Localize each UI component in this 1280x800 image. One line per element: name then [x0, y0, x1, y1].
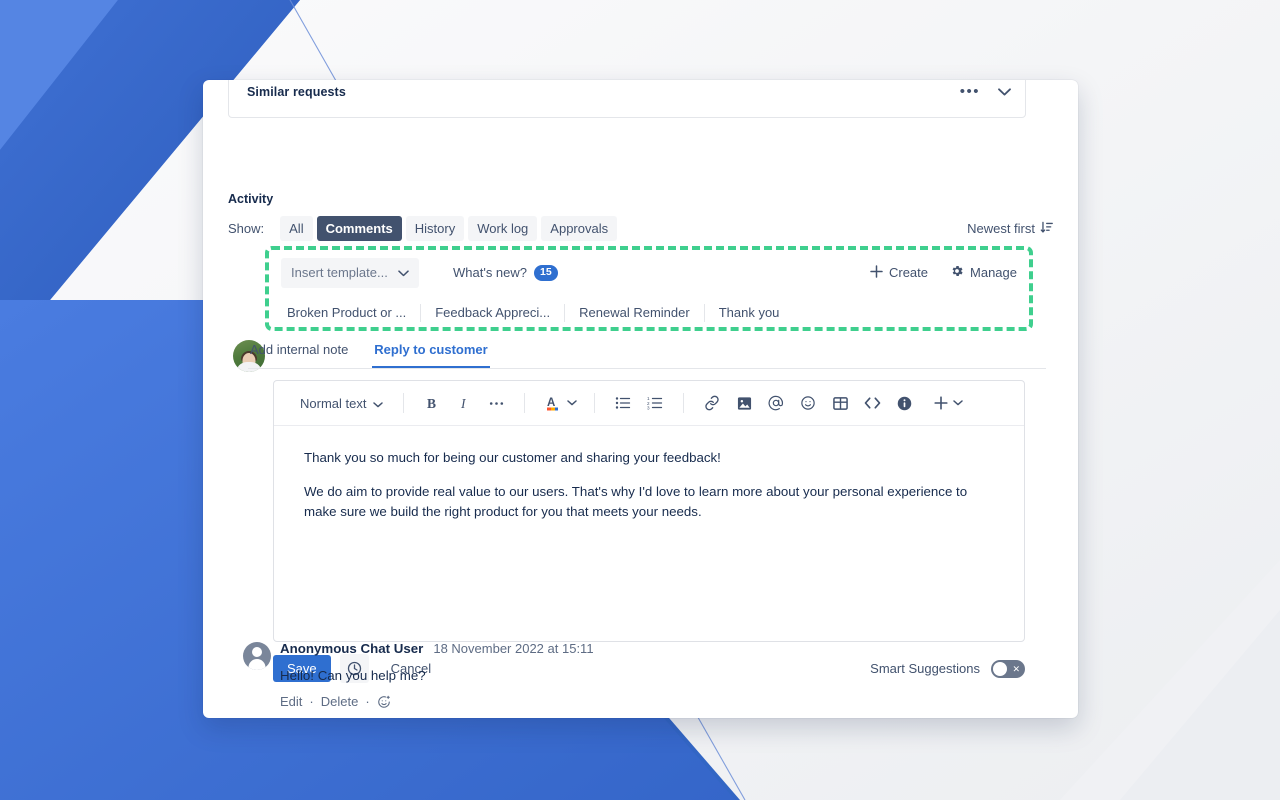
- issue-detail-panel: Similar requests ••• Activity Show: All …: [203, 80, 1078, 718]
- comment-separator-1: ·: [309, 694, 314, 709]
- chevron-down-icon: [373, 396, 384, 411]
- filter-all[interactable]: All: [280, 216, 313, 241]
- comment-author-name[interactable]: Anonymous Chat User: [280, 641, 423, 656]
- filter-work-log[interactable]: Work log: [468, 216, 538, 241]
- comment-delete-link[interactable]: Delete: [321, 694, 359, 709]
- smart-suggestions-label: Smart Suggestions: [870, 661, 980, 676]
- text-color-icon[interactable]: A: [540, 390, 566, 416]
- smart-suggestions-control: Smart Suggestions ✕: [870, 659, 1025, 678]
- activity-heading: Activity: [228, 192, 274, 206]
- sort-order-button[interactable]: Newest first: [967, 221, 1053, 237]
- tab-reply-to-customer[interactable]: Reply to customer: [372, 342, 490, 368]
- editor-paragraph-1: Thank you so much for being our customer…: [304, 450, 721, 465]
- sort-order-label: Newest first: [967, 221, 1035, 236]
- italic-icon[interactable]: I: [451, 390, 477, 416]
- add-reaction-icon[interactable]: [377, 695, 391, 709]
- text-color-chevron-icon[interactable]: [565, 390, 579, 416]
- comment-body: Hello! Can you help me?: [280, 668, 426, 683]
- create-template-button[interactable]: Create: [870, 264, 929, 281]
- insert-template-placeholder: Insert template...: [291, 265, 388, 280]
- toggle-knob: [993, 661, 1007, 676]
- avatar-head: [252, 647, 262, 657]
- code-icon[interactable]: [859, 390, 885, 416]
- toolbar-divider: [524, 393, 526, 413]
- toolbar-divider: [683, 393, 685, 413]
- toggle-off-icon: ✕: [1012, 663, 1020, 674]
- more-formatting-icon[interactable]: [483, 390, 509, 416]
- whats-new-label: What's new?: [453, 265, 528, 280]
- editor-toolbar: Normal text B I A 1 2 3: [274, 381, 1024, 426]
- similar-requests-card: Similar requests •••: [228, 80, 1026, 118]
- text-style-select[interactable]: Normal text: [292, 392, 391, 415]
- templates-toolbar: Insert template... What's new? 15 Create: [269, 250, 1029, 295]
- template-chip-thank-you[interactable]: Thank you: [705, 304, 794, 322]
- filter-comments[interactable]: Comments: [316, 216, 402, 241]
- filter-approvals[interactable]: Approvals: [541, 216, 618, 241]
- svg-text:I: I: [460, 396, 467, 411]
- numbered-list-icon[interactable]: 1 2 3: [642, 390, 668, 416]
- link-icon[interactable]: [699, 390, 725, 416]
- activity-filter-bar: Show: All Comments History Work log Appr…: [228, 216, 1053, 241]
- show-label: Show:: [228, 221, 265, 236]
- toolbar-divider: [594, 393, 596, 413]
- editor-tab-bar: Add internal note Reply to customer: [248, 342, 1046, 369]
- whats-new-count-badge: 15: [534, 264, 558, 281]
- template-chip-renewal-reminder[interactable]: Renewal Reminder: [565, 304, 705, 322]
- plus-icon: [870, 264, 883, 281]
- chevron-down-icon: [398, 265, 409, 280]
- svg-text:3: 3: [647, 405, 650, 410]
- svg-text:A: A: [547, 397, 555, 409]
- editor-paragraph-2: We do aim to provide real value to our u…: [304, 484, 968, 519]
- comment-actions: Edit · Delete ·: [280, 694, 391, 709]
- sort-descending-icon: [1040, 221, 1053, 237]
- tab-add-internal-note[interactable]: Add internal note: [248, 342, 350, 368]
- comment-separator-2: ·: [365, 694, 370, 709]
- text-style-label: Normal text: [300, 395, 367, 411]
- info-panel-icon[interactable]: [891, 390, 917, 416]
- filter-history[interactable]: History: [405, 216, 465, 241]
- rich-text-editor: Normal text B I A 1 2 3 Thank you so muc…: [273, 380, 1025, 642]
- bold-icon[interactable]: B: [419, 390, 445, 416]
- comment-timestamp: 18 November 2022 at 15:11: [433, 641, 594, 656]
- template-chip-broken-product[interactable]: Broken Product or ...: [281, 304, 422, 322]
- create-template-label: Create: [888, 265, 929, 280]
- similar-requests-title: Similar requests: [247, 85, 346, 99]
- editor-content-area[interactable]: Thank you so much for being our customer…: [274, 426, 1024, 544]
- smart-suggestions-toggle[interactable]: ✕: [991, 659, 1025, 678]
- template-chip-feedback-appreciation[interactable]: Feedback Appreci...: [421, 304, 566, 322]
- gear-icon: [950, 264, 964, 281]
- more-horizontal-icon[interactable]: •••: [960, 84, 980, 99]
- emoji-icon[interactable]: [795, 390, 821, 416]
- templates-highlight-region: Insert template... What's new? 15 Create: [265, 246, 1033, 331]
- table-icon[interactable]: [827, 390, 853, 416]
- svg-text:B: B: [427, 396, 436, 411]
- avatar-shoulders: [248, 659, 266, 670]
- insert-template-select[interactable]: Insert template...: [281, 257, 419, 288]
- comment-edit-link[interactable]: Edit: [280, 694, 302, 709]
- manage-templates-label: Manage: [970, 265, 1017, 280]
- comment-author-avatar[interactable]: [243, 642, 271, 670]
- chevron-down-icon[interactable]: [998, 83, 1011, 101]
- template-chip-list: Broken Product or ... Feedback Appreci..…: [269, 295, 1029, 331]
- bullet-list-icon[interactable]: [610, 390, 636, 416]
- toolbar-divider: [403, 393, 405, 413]
- mention-icon[interactable]: [763, 390, 789, 416]
- image-icon[interactable]: [731, 390, 757, 416]
- whats-new-link[interactable]: What's new? 15: [453, 264, 558, 281]
- insert-more-chevron-icon[interactable]: [951, 390, 965, 416]
- manage-templates-button[interactable]: Manage: [950, 264, 1017, 281]
